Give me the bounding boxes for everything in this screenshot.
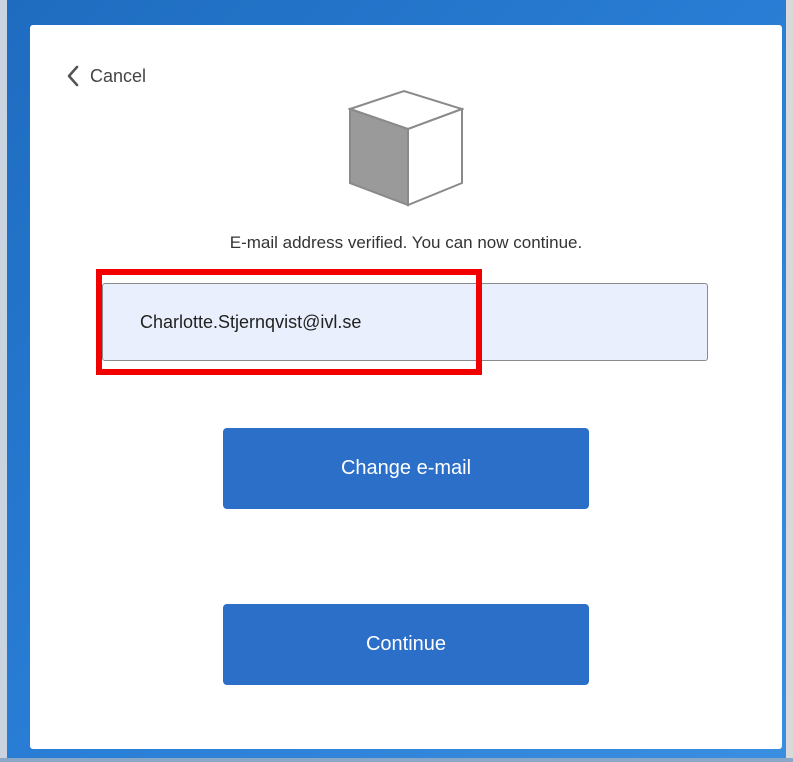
verification-status-message: E-mail address verified. You can now con… xyxy=(229,233,583,252)
window-bottom-edge xyxy=(0,758,793,762)
email-field[interactable] xyxy=(102,283,708,361)
window-left-edge xyxy=(0,0,7,762)
cancel-label: Cancel xyxy=(90,65,147,86)
change-email-button[interactable]: Change e-mail xyxy=(223,428,589,509)
continue-button[interactable]: Continue xyxy=(223,604,589,685)
cancel-link[interactable]: Cancel xyxy=(66,65,146,87)
chevron-left-icon xyxy=(66,65,80,87)
window-right-edge xyxy=(786,0,793,762)
verification-card: Cancel E-mail address verified. You can … xyxy=(30,25,782,749)
cube-icon xyxy=(346,89,466,212)
